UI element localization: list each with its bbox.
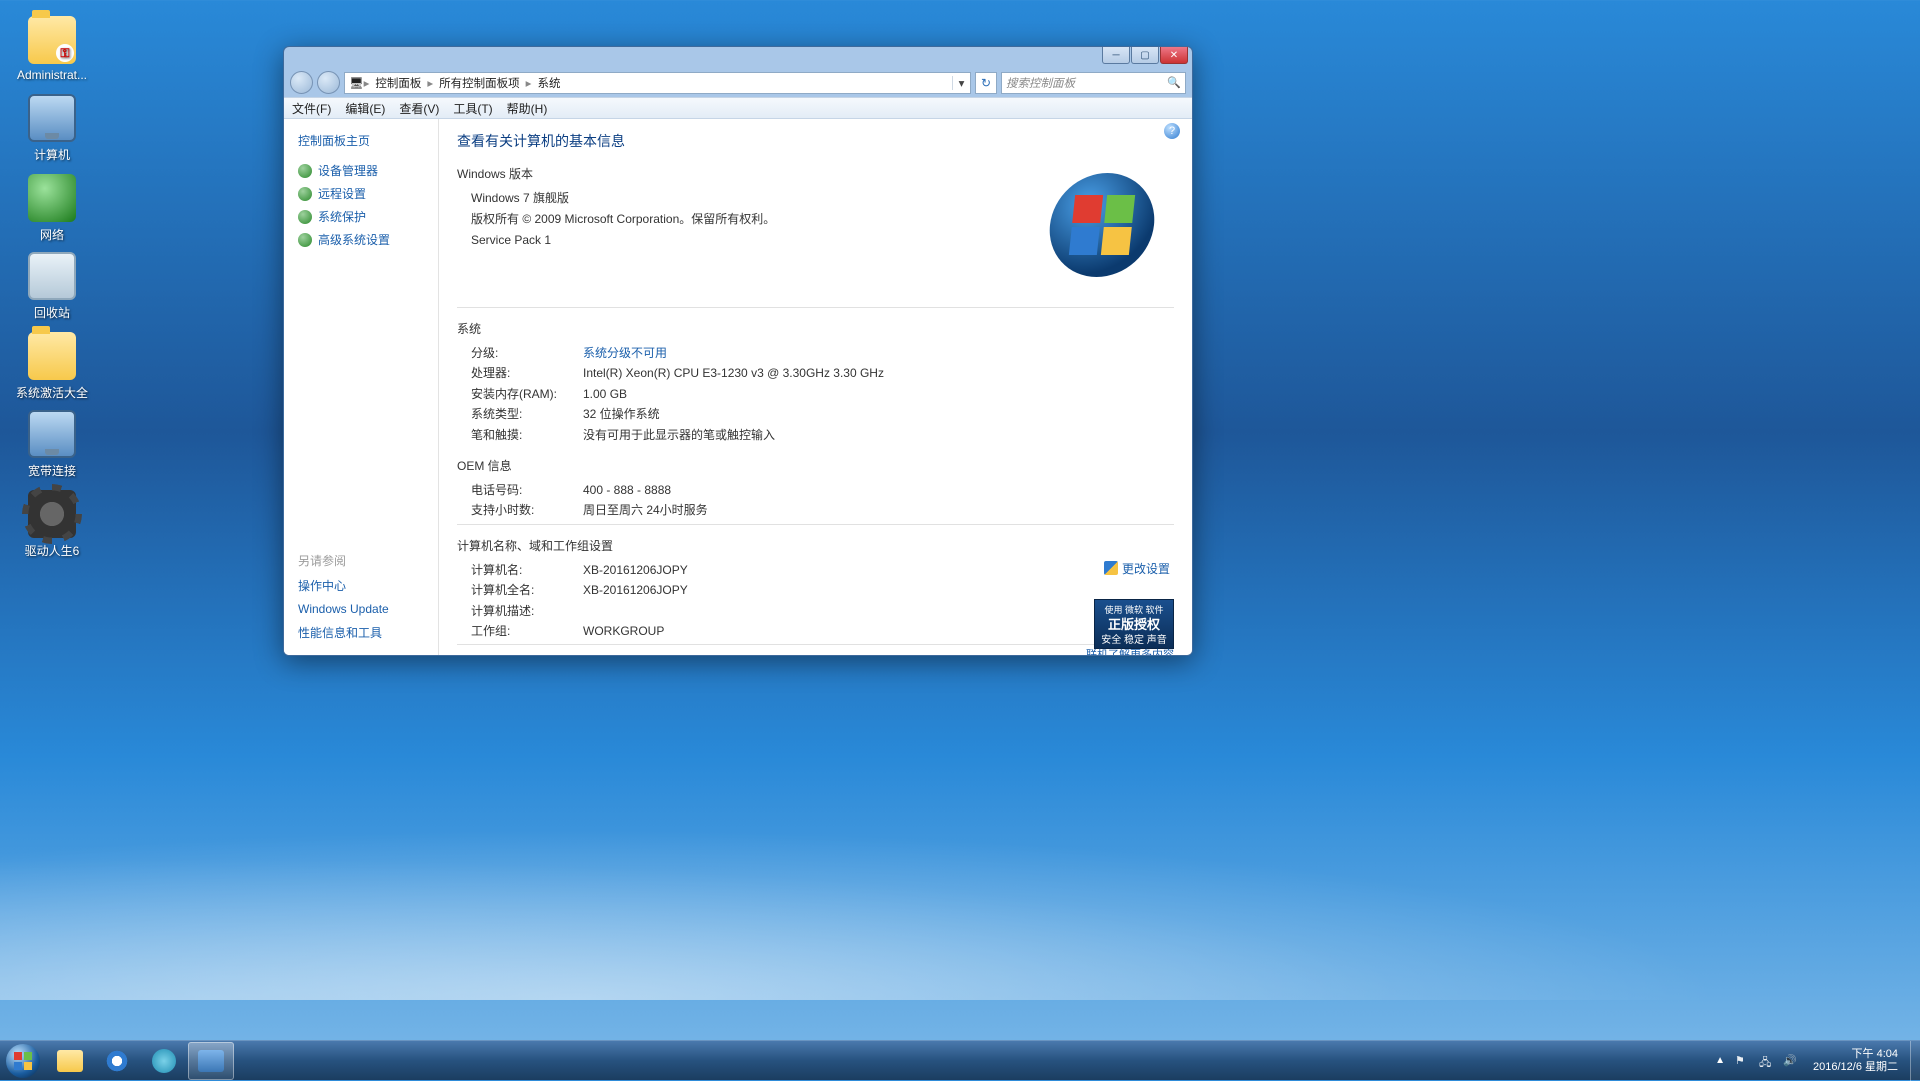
desktop-icon-label: 回收站 <box>14 304 90 321</box>
sidebar-item-protection[interactable]: 系统保护 <box>284 205 438 228</box>
system-tray: ▲ ⚑ 🖧 🔊 下午 4:04 2016/12/6 星期二 <box>1715 1048 1910 1073</box>
desktop-icon-label: 计算机 <box>14 146 90 163</box>
genuine-badge[interactable]: 使用 微软 软件 正版授权 安全 稳定 声音 <box>1094 599 1174 649</box>
computer-icon <box>28 94 76 142</box>
taskbar-360[interactable] <box>141 1042 187 1080</box>
rating-link[interactable]: 系统分级不可用 <box>583 343 667 363</box>
desktop-icon-label: 宽带连接 <box>14 462 90 479</box>
folder-icon <box>57 1050 83 1072</box>
search-input[interactable]: 搜索控制面板 <box>1001 72 1186 94</box>
menubar: 文件(F) 编辑(E) 查看(V) 工具(T) 帮助(H) <box>284 97 1192 119</box>
menu-file[interactable]: 文件(F) <box>292 100 331 117</box>
phone-value: 400 - 888 - 8888 <box>583 480 671 500</box>
desktop-icon-label: Administrat... <box>14 68 90 82</box>
ie-icon <box>105 1049 129 1073</box>
folder-icon <box>28 332 76 380</box>
desktop-icon-label: 系统激活大全 <box>14 384 90 401</box>
breadcrumb-seg[interactable]: 系统 <box>531 75 566 91</box>
tray-show-hidden[interactable]: ▲ <box>1715 1055 1725 1066</box>
nav-back-button[interactable] <box>290 71 313 94</box>
maximize-button[interactable]: ▢ <box>1131 47 1159 64</box>
taskbar-ie[interactable] <box>94 1042 140 1080</box>
page-heading: 查看有关计算机的基本信息 <box>457 131 1174 151</box>
desktop-icon-recycle-bin[interactable]: 回收站 <box>14 252 90 321</box>
sidebar-home[interactable]: 控制面板主页 <box>284 129 438 159</box>
help-icon[interactable]: ? <box>1164 123 1180 139</box>
sidebar: 控制面板主页 设备管理器 远程设置 系统保护 高级系统设置 另请参阅 操作中心 … <box>284 119 439 655</box>
genuine-more-link[interactable]: 联机了解更多内容 <box>1086 646 1174 655</box>
menu-help[interactable]: 帮助(H) <box>507 100 548 117</box>
pen-value: 没有可用于此显示器的笔或触控输入 <box>583 425 775 445</box>
browser-icon <box>152 1049 176 1073</box>
desktop-icon-network[interactable]: 网络 <box>14 174 90 243</box>
hours-value: 周日至周六 24小时服务 <box>583 500 708 520</box>
menu-view[interactable]: 查看(V) <box>399 100 439 117</box>
bullet-icon <box>298 210 312 224</box>
tray-volume-icon[interactable]: 🔊 <box>1783 1054 1797 1068</box>
shield-icon <box>1104 561 1118 575</box>
section-system: 系统 <box>457 320 1174 337</box>
sidebar-item-device-manager[interactable]: 设备管理器 <box>284 159 438 182</box>
breadcrumb[interactable]: 🖥 ▸ 控制面板 ▸ 所有控制面板项 ▸ 系统 ▾ <box>344 72 971 94</box>
show-desktop-button[interactable] <box>1910 1041 1920 1081</box>
sidebar-item-remote[interactable]: 远程设置 <box>284 182 438 205</box>
breadcrumb-seg[interactable]: 控制面板 <box>369 75 427 91</box>
section-edition: Windows 版本 <box>457 165 1174 182</box>
navbar: 🖥 ▸ 控制面板 ▸ 所有控制面板项 ▸ 系统 ▾ ↻ 搜索控制面板 <box>284 68 1192 97</box>
taskbar: ▲ ⚑ 🖧 🔊 下午 4:04 2016/12/6 星期二 <box>0 1040 1920 1080</box>
bullet-icon <box>298 187 312 201</box>
desktop-icon-label: 驱动人生6 <box>14 542 90 559</box>
pcfull-value: XB-20161206JOPY <box>583 580 688 600</box>
see-also-action-center[interactable]: 操作中心 <box>284 573 438 598</box>
content-pane: ? 查看有关计算机的基本信息 Windows 版本 Windows 7 旗舰版 … <box>439 119 1192 655</box>
taskbar-system[interactable] <box>188 1042 234 1080</box>
system-window: ─ ▢ ✕ 🖥 ▸ 控制面板 ▸ 所有控制面板项 ▸ 系统 ▾ ↻ 搜索控制面板… <box>283 46 1193 656</box>
desktop-icon-activation[interactable]: 系统激活大全 <box>14 332 90 401</box>
workgroup-value: WORKGROUP <box>583 621 664 641</box>
desktop-icon-admin[interactable]: ⚿ Administrat... <box>14 16 90 82</box>
ram-value: 1.00 GB <box>583 384 627 404</box>
titlebar: ─ ▢ ✕ <box>284 47 1192 68</box>
tray-clock[interactable]: 下午 4:04 2016/12/6 星期二 <box>1807 1048 1904 1073</box>
tray-network-icon[interactable]: 🖧 <box>1759 1054 1773 1068</box>
see-also-header: 另请参阅 <box>284 548 438 573</box>
system-icon <box>198 1050 224 1072</box>
change-settings-link[interactable]: 更改设置 <box>1104 560 1170 577</box>
bullet-icon <box>298 233 312 247</box>
gear-icon <box>28 490 76 538</box>
recycle-bin-icon <box>28 252 76 300</box>
bullet-icon <box>298 164 312 178</box>
pcname-value: XB-20161206JOPY <box>583 560 688 580</box>
sidebar-item-advanced[interactable]: 高级系统设置 <box>284 228 438 251</box>
desktop-icon-computer[interactable]: 计算机 <box>14 94 90 163</box>
start-button[interactable] <box>0 1041 46 1081</box>
cpu-value: Intel(R) Xeon(R) CPU E3-1230 v3 @ 3.30GH… <box>583 363 884 383</box>
start-orb-icon <box>6 1044 40 1078</box>
close-button[interactable]: ✕ <box>1160 47 1188 64</box>
minimize-button[interactable]: ─ <box>1102 47 1130 64</box>
taskbar-explorer[interactable] <box>47 1042 93 1080</box>
menu-tools[interactable]: 工具(T) <box>453 100 492 117</box>
section-oem: OEM 信息 <box>457 457 1174 474</box>
desktop-icon-broadband[interactable]: 宽带连接 <box>14 410 90 479</box>
section-computer-name: 计算机名称、域和工作组设置 <box>457 537 1174 554</box>
menu-edit[interactable]: 编辑(E) <box>345 100 385 117</box>
refresh-button[interactable]: ↻ <box>975 72 997 94</box>
globe-icon <box>28 174 76 222</box>
folder-icon: ⚿ <box>28 16 76 64</box>
breadcrumb-seg[interactable]: 所有控制面板项 <box>433 75 526 91</box>
systype-value: 32 位操作系统 <box>583 404 660 424</box>
nav-forward-button[interactable] <box>317 71 340 94</box>
desktop-icon-label: 网络 <box>14 226 90 243</box>
desktop-icon-driver[interactable]: 驱动人生6 <box>14 490 90 559</box>
breadcrumb-dropdown[interactable]: ▾ <box>952 76 970 90</box>
see-also-performance[interactable]: 性能信息和工具 <box>284 620 438 645</box>
breadcrumb-icon: 🖥 <box>349 76 364 90</box>
tray-flag-icon[interactable]: ⚑ <box>1735 1054 1749 1068</box>
connection-icon <box>28 410 76 458</box>
see-also-windows-update[interactable]: Windows Update <box>284 598 438 620</box>
